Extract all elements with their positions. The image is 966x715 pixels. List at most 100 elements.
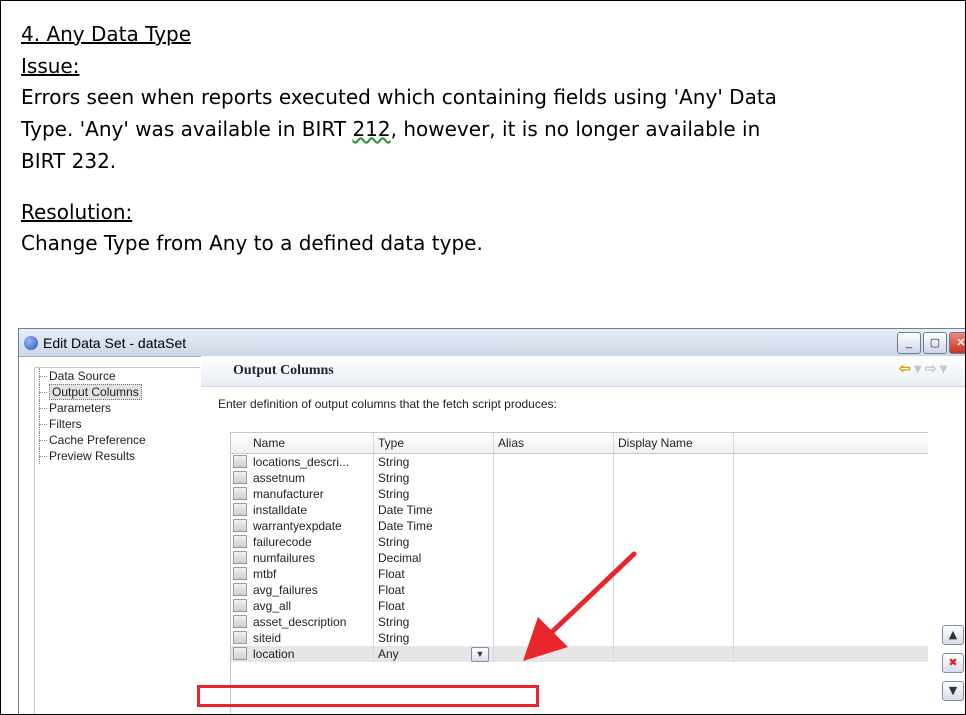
- row-handle-icon[interactable]: [233, 551, 247, 564]
- cell-alias[interactable]: [494, 502, 614, 518]
- table-row[interactable]: installdate Date Time: [231, 502, 928, 518]
- chevron-down-icon[interactable]: ▼: [471, 646, 489, 662]
- cell-display-name[interactable]: [614, 486, 734, 502]
- cell-type[interactable]: Float: [374, 582, 494, 598]
- cell-name[interactable]: asset_description: [249, 614, 374, 630]
- table-row[interactable]: mtbf Float: [231, 566, 928, 582]
- cell-alias[interactable]: [494, 566, 614, 582]
- row-handle-icon[interactable]: [233, 583, 247, 596]
- cell-type[interactable]: String: [374, 534, 494, 550]
- table-row[interactable]: locations_descri... String: [231, 454, 928, 470]
- cell-display-name[interactable]: [614, 454, 734, 470]
- table-row[interactable]: warrantyexpdate Date Time: [231, 518, 928, 534]
- cell-alias[interactable]: [494, 582, 614, 598]
- cell-display-name[interactable]: [614, 518, 734, 534]
- table-row[interactable]: avg_all Float: [231, 598, 928, 614]
- cell-type[interactable]: String: [374, 614, 494, 630]
- cell-name[interactable]: siteid: [249, 630, 374, 646]
- cell-type[interactable]: Decimal: [374, 550, 494, 566]
- row-handle-icon[interactable]: [233, 599, 247, 612]
- table-row[interactable]: failurecode String: [231, 534, 928, 550]
- table-row[interactable]: assetnum String: [231, 470, 928, 486]
- cell-type[interactable]: Date Time: [374, 518, 494, 534]
- column-header-alias[interactable]: Alias: [494, 433, 614, 453]
- row-handle-icon[interactable]: [233, 535, 247, 548]
- type-select[interactable]: Any ▼: [374, 646, 494, 662]
- cell-display-name[interactable]: [614, 582, 734, 598]
- maximize-button[interactable]: ▢: [923, 332, 947, 354]
- column-header-name[interactable]: Name: [249, 433, 374, 453]
- cell-name[interactable]: failurecode: [249, 534, 374, 550]
- cell-name[interactable]: numfailures: [249, 550, 374, 566]
- cell-alias[interactable]: [494, 534, 614, 550]
- move-up-button[interactable]: ▲: [942, 625, 964, 645]
- cell-type[interactable]: Float: [374, 566, 494, 582]
- cell-name[interactable]: mtbf: [249, 566, 374, 582]
- row-handle-icon[interactable]: [233, 615, 247, 628]
- close-button[interactable]: ✕: [949, 332, 965, 354]
- cell-display-name[interactable]: [614, 630, 734, 646]
- column-header-display-name[interactable]: Display Name: [614, 433, 734, 453]
- row-handle-icon[interactable]: [233, 567, 247, 580]
- cell-alias[interactable]: [494, 630, 614, 646]
- cell-alias[interactable]: [494, 454, 614, 470]
- cell-name[interactable]: assetnum: [249, 470, 374, 486]
- cell-alias[interactable]: [494, 646, 614, 662]
- cell-alias[interactable]: [494, 598, 614, 614]
- cell-display-name[interactable]: [614, 566, 734, 582]
- cell-type[interactable]: Float: [374, 598, 494, 614]
- cell-alias[interactable]: [494, 518, 614, 534]
- table-row[interactable]: avg_failures Float: [231, 582, 928, 598]
- delete-row-button[interactable]: ✖: [942, 653, 964, 673]
- nav-item-parameters[interactable]: Parameters: [35, 400, 200, 416]
- cell-name[interactable]: warrantyexpdate: [249, 518, 374, 534]
- forward-arrow-icon[interactable]: ⇨: [925, 362, 937, 377]
- nav-item-output-columns[interactable]: Output Columns: [35, 384, 200, 400]
- cell-type[interactable]: String: [374, 470, 494, 486]
- cell-name[interactable]: installdate: [249, 502, 374, 518]
- nav-item-label: Data Source: [49, 369, 116, 383]
- cell-alias[interactable]: [494, 470, 614, 486]
- row-handle-icon[interactable]: [233, 487, 247, 500]
- cell-display-name[interactable]: [614, 502, 734, 518]
- cell-alias[interactable]: [494, 486, 614, 502]
- column-header-type[interactable]: Type: [374, 433, 494, 453]
- cell-name[interactable]: avg_all: [249, 598, 374, 614]
- cell-display-name[interactable]: [614, 614, 734, 630]
- cell-name[interactable]: manufacturer: [249, 486, 374, 502]
- table-row[interactable]: manufacturer String: [231, 486, 928, 502]
- row-handle-icon[interactable]: [233, 631, 247, 644]
- nav-item-preview-results[interactable]: Preview Results: [35, 448, 200, 464]
- cell-type[interactable]: String: [374, 454, 494, 470]
- row-handle-icon[interactable]: [233, 455, 247, 468]
- cell-type[interactable]: String: [374, 486, 494, 502]
- cell-type[interactable]: String: [374, 630, 494, 646]
- nav-item-cache-preference[interactable]: Cache Preference: [35, 432, 200, 448]
- cell-display-name[interactable]: [614, 550, 734, 566]
- cell-name[interactable]: locations_descri...: [249, 454, 374, 470]
- nav-item-filters[interactable]: Filters: [35, 416, 200, 432]
- cell-display-name[interactable]: [614, 646, 734, 662]
- row-handle-icon[interactable]: [233, 647, 247, 660]
- cell-display-name[interactable]: [614, 598, 734, 614]
- table-row[interactable]: asset_description String: [231, 614, 928, 630]
- cell-type[interactable]: Date Time: [374, 502, 494, 518]
- table-row[interactable]: siteid String: [231, 630, 928, 646]
- forward-menu-icon[interactable]: ▾: [936, 362, 947, 377]
- cell-name[interactable]: avg_failures: [249, 582, 374, 598]
- cell-display-name[interactable]: [614, 534, 734, 550]
- row-handle-icon[interactable]: [233, 471, 247, 484]
- cell-alias[interactable]: [494, 614, 614, 630]
- cell-name[interactable]: location: [249, 646, 374, 662]
- table-row[interactable]: numfailures Decimal: [231, 550, 928, 566]
- cell-display-name[interactable]: [614, 470, 734, 486]
- cell-alias[interactable]: [494, 550, 614, 566]
- minimize-button[interactable]: _: [897, 332, 921, 354]
- nav-item-data-source[interactable]: Data Source: [35, 368, 200, 384]
- back-menu-icon[interactable]: ▾: [911, 362, 925, 377]
- back-arrow-icon[interactable]: ⇦: [899, 362, 911, 377]
- row-handle-icon[interactable]: [233, 503, 247, 516]
- table-row[interactable]: location Any ▼: [231, 646, 928, 662]
- move-down-button[interactable]: ▼: [942, 681, 964, 701]
- row-handle-icon[interactable]: [233, 519, 247, 532]
